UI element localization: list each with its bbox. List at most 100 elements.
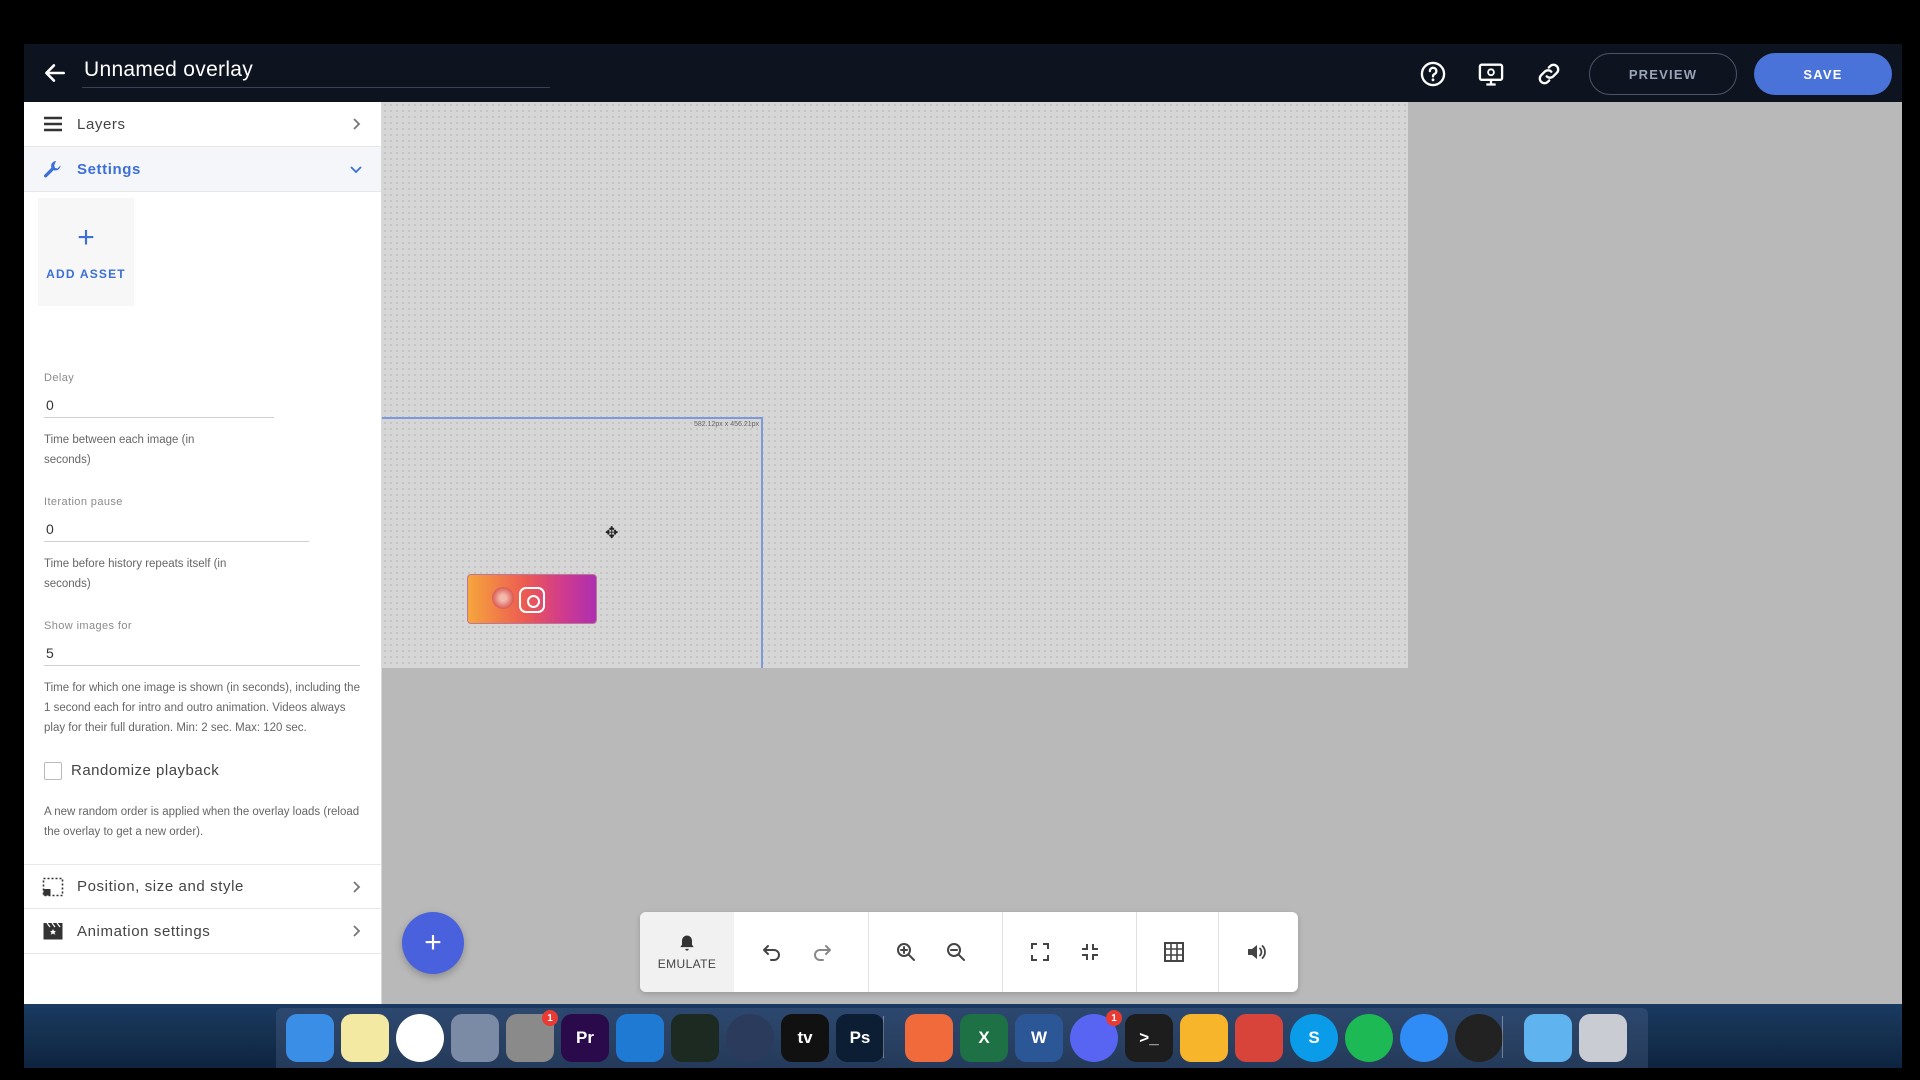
vscode-dock-icon[interactable] [616,1014,664,1062]
preview-button[interactable]: PREVIEW [1589,53,1737,95]
quicktime-dock-icon[interactable] [726,1014,774,1062]
show-images-for-input[interactable] [44,640,360,666]
chevron-down-icon [350,163,362,175]
notification-badge: 1 [1106,1010,1122,1026]
delay-input[interactable] [44,392,274,418]
collapse-button[interactable] [1072,934,1108,970]
overlay-title-input[interactable]: Unnamed overlay [82,58,550,88]
volume-icon [1244,940,1268,964]
instagram-icon [519,587,545,613]
settings-panel-header[interactable]: Settings [24,147,382,192]
chevron-right-icon [350,118,362,130]
animation-settings-panel-header[interactable]: Animation settings [24,909,382,954]
chevron-right-icon [350,881,362,893]
spotify-dock-icon[interactable] [1345,1014,1393,1062]
chevron-right-icon [350,925,362,937]
toolbar-divider [868,912,869,992]
bell-icon [677,933,697,953]
launchpad-dock-icon[interactable] [451,1014,499,1062]
grid-button[interactable] [1156,934,1192,970]
back-arrow-icon[interactable] [42,60,68,86]
app-window: Unnamed overlay PREVIEW SAVE Layers [24,44,1902,1068]
zoom-in-icon [894,940,918,964]
delay-help: Time between each image (in seconds) [44,430,244,470]
discord-dock-icon[interactable]: 1 [1070,1014,1118,1062]
iteration-pause-label: Iteration pause [44,496,123,508]
top-bar: Unnamed overlay PREVIEW SAVE [24,44,1902,102]
show-images-for-label: Show images for [44,620,132,632]
toolbar-divider [1218,912,1219,992]
position-size-style-label: Position, size and style [77,878,244,895]
iteration-pause-help: Time before history repeats itself (in s… [44,554,264,594]
fullscreen-button[interactable] [1022,934,1058,970]
add-fab-button[interactable]: + [402,912,464,974]
randomize-label: Randomize playback [71,762,219,779]
layers-icon [42,114,64,134]
messenger-dock-icon[interactable] [1400,1014,1448,1062]
delay-label: Delay [44,372,74,384]
randomize-checkbox[interactable] [44,762,62,780]
clapperboard-icon [42,921,64,941]
fullscreen-icon [1028,940,1052,964]
excel-dock-icon[interactable]: X [960,1014,1008,1062]
iteration-pause-input[interactable] [44,516,309,542]
apple-tv-dock-icon[interactable]: tv [781,1014,829,1062]
notification-badge: 1 [542,1010,558,1026]
add-asset-button[interactable]: + ADD ASSET [38,198,134,306]
zoom-out-button[interactable] [938,934,974,970]
toolbar-divider [1002,912,1003,992]
animation-settings-label: Animation settings [77,923,210,940]
premiere-pro-dock-icon[interactable]: Pr [561,1014,609,1062]
system-preferences-dock-icon[interactable]: 1 [506,1014,554,1062]
layers-label: Layers [77,116,126,133]
add-asset-label: ADD ASSET [46,267,126,281]
skype-dock-icon[interactable]: S [1290,1014,1338,1062]
macos-dock: 1PrtvPsXW1>_S [24,1004,1902,1068]
emulate-button[interactable]: EMULATE [640,912,734,992]
sketch-dock-icon[interactable] [1180,1014,1228,1062]
dock-separator [883,1016,884,1058]
toolbar-divider [1136,912,1137,992]
finder-dock-icon[interactable] [286,1014,334,1062]
undo-icon [760,940,784,964]
move-cursor-icon: ✥ [605,523,618,543]
show-images-for-help: Time for which one image is shown (in se… [44,678,362,738]
volume-button[interactable] [1238,934,1274,970]
settings-label: Settings [77,161,141,178]
link-icon[interactable] [1535,60,1563,88]
zoom-in-button[interactable] [888,934,924,970]
pencil-app-dock-icon[interactable] [905,1014,953,1062]
undo-button[interactable] [754,934,790,970]
wrench-icon [42,159,64,179]
terminal-dock-icon[interactable]: >_ [1125,1014,1173,1062]
position-size-style-panel-header[interactable]: Position, size and style [24,864,382,909]
settings-sidebar: Layers Settings + ADD ASSET Delay Time b… [24,102,382,1004]
collapse-icon [1078,940,1102,964]
zoom-out-icon [944,940,968,964]
word-dock-icon[interactable]: W [1015,1014,1063,1062]
monitor-settings-icon[interactable] [1477,60,1505,88]
randomize-help: A new random order is applied when the o… [44,802,362,842]
grid-icon [1162,940,1186,964]
help-icon[interactable] [1419,60,1447,88]
notes-dock-icon[interactable] [341,1014,389,1062]
activity-monitor-dock-icon[interactable] [671,1014,719,1062]
obs-dock-icon[interactable] [1455,1014,1503,1062]
folder-dock-icon[interactable] [1524,1014,1572,1062]
layers-panel-header[interactable]: Layers [24,102,382,147]
save-button[interactable]: SAVE [1754,53,1892,95]
instagram-asset[interactable] [467,574,597,624]
remote-desktop-dock-icon[interactable] [1235,1014,1283,1062]
chrome-dock-icon[interactable] [396,1014,444,1062]
selection-box[interactable]: 582.12px x 456.21px [382,417,763,668]
dock-separator [1502,1016,1503,1058]
redo-icon [810,940,834,964]
asset-swirl-graphic [492,587,514,609]
canvas-toolbar: EMULATE [640,912,1298,992]
trash-dock-icon[interactable] [1579,1014,1627,1062]
position-icon [42,877,64,897]
selection-dimensions: 582.12px x 456.21px [694,421,759,428]
emulate-label: EMULATE [658,957,717,971]
redo-button[interactable] [804,934,840,970]
photoshop-dock-icon[interactable]: Ps [836,1014,884,1062]
